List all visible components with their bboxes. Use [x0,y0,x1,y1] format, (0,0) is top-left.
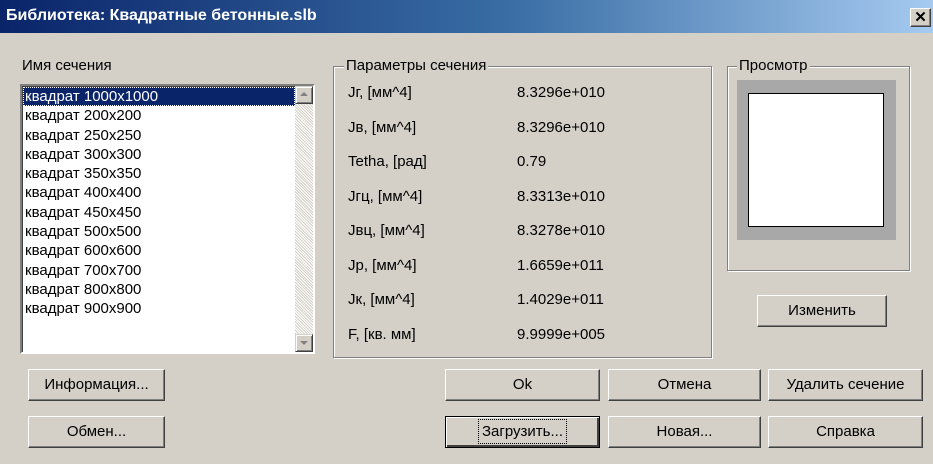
section-list-items: квадрат 1000x1000 квадрат 200x200 квадрат … [22,86,295,352]
scroll-down-button[interactable] [295,334,313,352]
parameter-value: 8.3313e+010 [517,187,606,205]
scroll-up-button[interactable] [295,86,313,104]
list-item[interactable]: квадрат 250x250 [23,126,295,145]
parameter-value: 1.4029e+011 [517,291,604,308]
delete-section-button-label: Удалить сечение [786,376,905,393]
edit-button-label: Изменить [788,302,856,319]
parameter-name: Jр, [мм^4] [348,256,417,274]
list-item[interactable]: квадрат 900x900 [23,299,295,318]
parameter-name: F, [кв. мм] [348,325,416,343]
parameter-value: 8.3296e+010 [517,118,606,136]
close-button[interactable]: ✕ [910,8,931,27]
ok-button-label: Ok [512,376,533,393]
list-item[interactable]: квадрат 300x300 [23,145,295,164]
list-item[interactable]: квадрат 800x800 [23,280,295,299]
cancel-button[interactable]: Отмена [608,369,761,401]
parameter-name: Jгц, [мм^4] [348,187,423,205]
parameter-value: 8.3278e+010 [517,222,606,239]
title-bar: Библиотека: Квадратные бетонные.slb ✕ [0,0,933,33]
info-button-label: Информация... [44,376,149,393]
info-button[interactable]: Информация... [28,369,165,401]
section-listbox[interactable]: квадрат 1000x1000 квадрат 200x200 квадрат … [20,84,315,354]
parameter-name: Tetha, [рад] [348,153,427,170]
load-button[interactable]: Загрузить... [445,416,600,448]
exchange-button[interactable]: Обмен... [28,416,165,448]
load-button-label: Загрузить... [478,419,567,444]
list-item[interactable]: квадрат 600x600 [23,241,295,260]
parameter-name: Jв, [мм^4] [348,118,417,136]
parameters-group [333,66,712,358]
list-item[interactable]: квадрат 200x200 [23,106,295,125]
close-icon: ✕ [914,9,927,26]
section-list-label: Имя сечения [22,57,112,74]
list-item[interactable]: квадрат 500x500 [23,222,295,241]
new-button[interactable]: Новая... [608,416,761,448]
list-item[interactable]: квадрат 700x700 [23,261,295,280]
parameter-value: 0.79 [517,153,547,170]
delete-section-button[interactable]: Удалить сечение [768,369,923,401]
help-button[interactable]: Справка [768,416,923,448]
cancel-button-label: Отмена [657,376,712,393]
help-button-label: Справка [816,423,875,440]
exchange-button-label: Обмен... [66,423,127,440]
list-scrollbar[interactable] [295,86,313,352]
new-button-label: Новая... [656,423,713,440]
parameter-value: 9.9999e+005 [517,325,606,343]
parameters-group-label: Параметры сечения [344,57,489,74]
list-item[interactable]: квадрат 400x400 [23,183,295,202]
section-shape [748,93,884,227]
list-item[interactable]: квадрат 1000x1000 [23,87,295,107]
parameter-value: 8.3296e+010 [517,84,606,101]
ok-button[interactable]: Ok [445,369,600,401]
arrow-down-icon [300,341,308,345]
edit-button[interactable]: Изменить [757,295,887,327]
window-title: Библиотека: Квадратные бетонные.slb [6,7,317,24]
parameter-name: Jг, [мм^4] [348,84,412,101]
arrow-up-icon [300,92,308,96]
list-item[interactable]: квадрат 350x350 [23,164,295,183]
section-preview [737,80,896,240]
list-item[interactable]: квадрат 450x450 [23,203,295,222]
preview-group-label: Просмотр [737,57,810,74]
parameter-value: 1.6659e+011 [517,256,604,274]
parameter-name: Jвц, [мм^4] [348,222,425,239]
parameter-name: Jк, [мм^4] [348,291,415,308]
